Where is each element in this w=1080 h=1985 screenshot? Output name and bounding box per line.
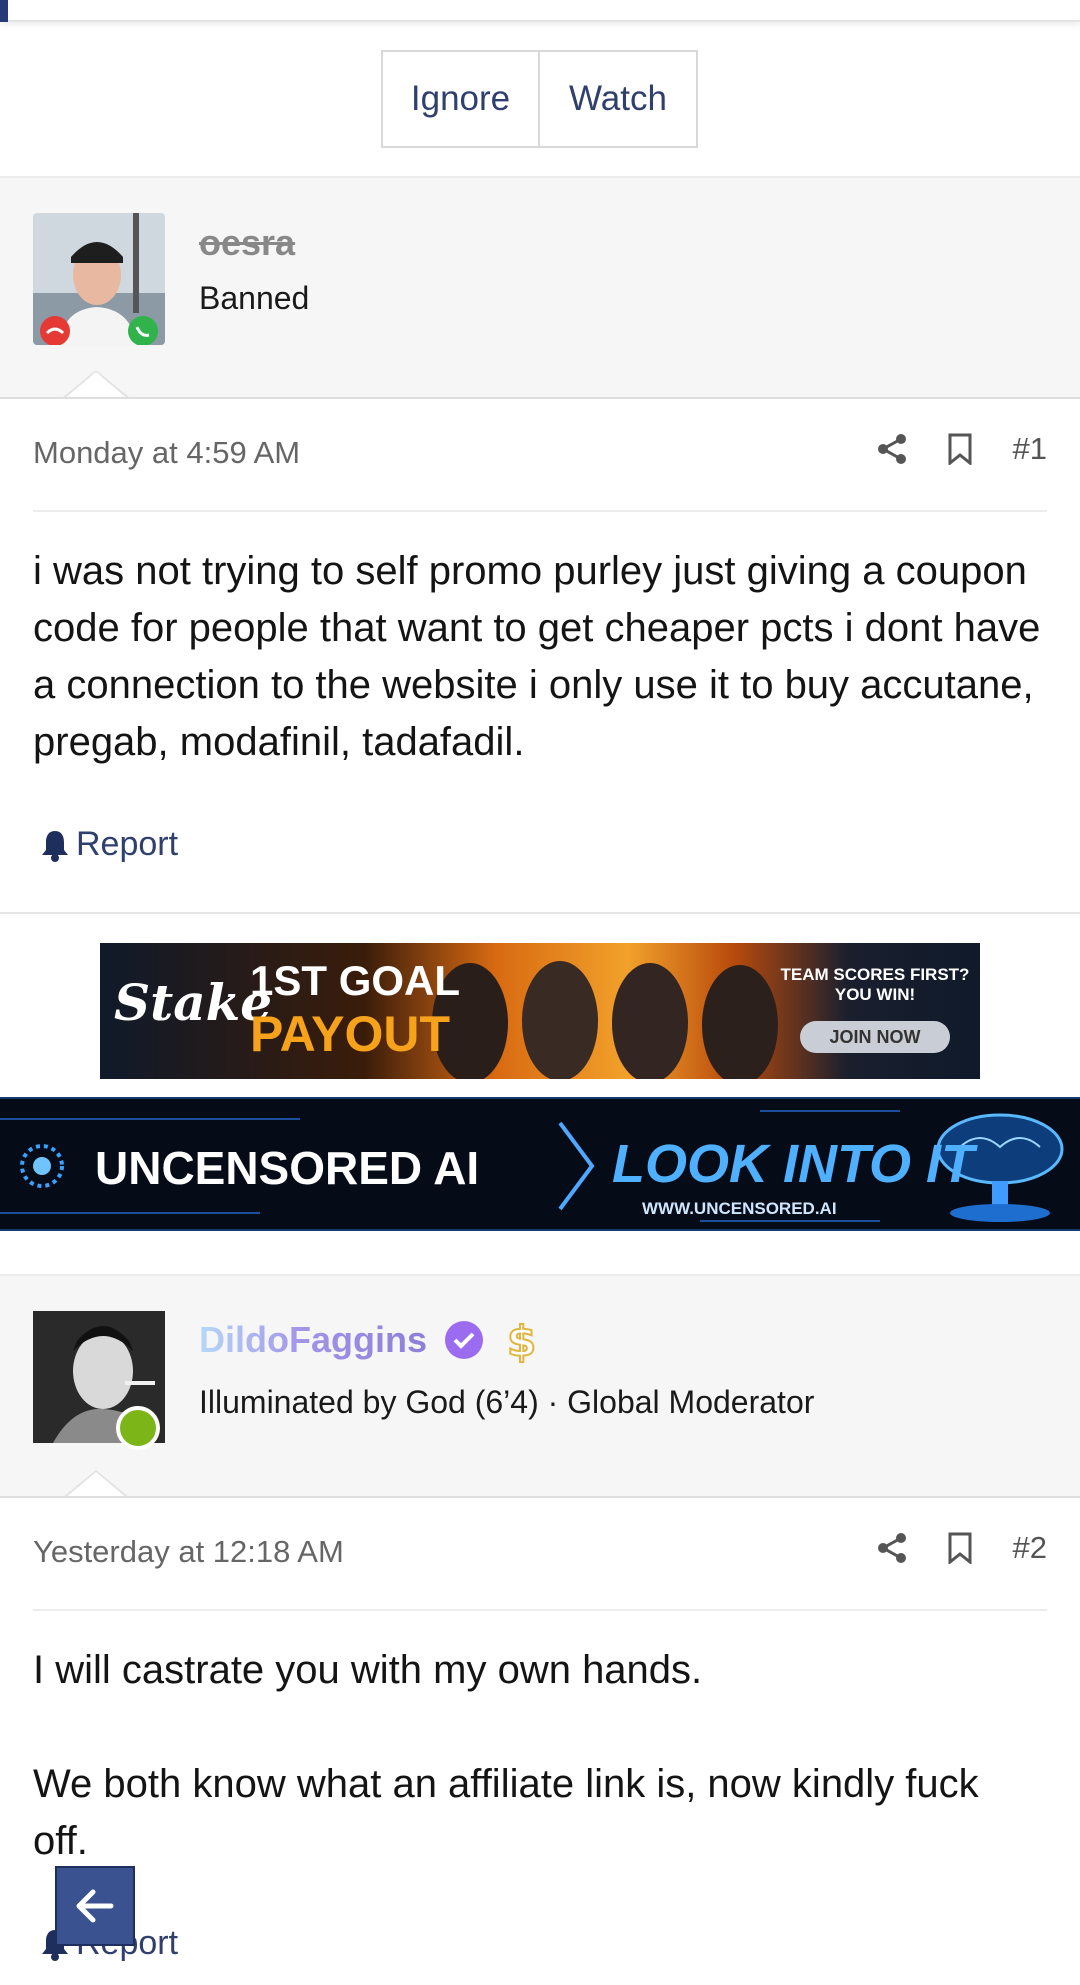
join-now-button[interactable]: JOIN NOW <box>800 1021 950 1053</box>
post-caret <box>62 1470 130 1499</box>
user-title: Banned <box>199 280 310 316</box>
top-bar-mark <box>0 0 8 22</box>
divider <box>33 510 1047 512</box>
share-icon[interactable] <box>877 433 907 465</box>
svg-text:$: $ <box>507 1317 536 1364</box>
stake-banner-ad[interactable]: Stake 1ST GOAL PAYOUT TEAM SCORES FIRST?… <box>100 943 980 1079</box>
ad-brand: UNCENSORED AI <box>95 1142 480 1194</box>
post-actions: #2 <box>877 1530 1047 1566</box>
username[interactable]: DildoFaggins <box>199 1319 427 1361</box>
ad-headline-1: 1ST GOAL <box>250 957 461 1004</box>
online-status-indicator <box>116 1406 160 1450</box>
back-button[interactable] <box>55 1866 135 1946</box>
divider <box>0 912 1080 914</box>
post-body: i was not trying to self promo purley ju… <box>33 549 1041 764</box>
post-body-line: I will castrate you with my own hands. <box>33 1648 703 1692</box>
username-row: DildoFaggins $ <box>199 1316 541 1364</box>
look-into-it-cta: LOOK INTO IT <box>612 1134 974 1194</box>
avatar[interactable] <box>33 213 165 345</box>
top-bar <box>0 0 1080 22</box>
arrow-left-icon <box>76 1889 114 1923</box>
bookmark-icon[interactable] <box>947 433 973 465</box>
post-1-user-block: oesra Banned <box>0 176 1080 398</box>
stake-logo: Stake <box>114 973 273 1032</box>
report-link[interactable]: Report <box>40 825 178 864</box>
username[interactable]: oesra <box>199 222 295 264</box>
ad-headline-2: PAYOUT <box>250 1006 451 1062</box>
report-label: Report <box>76 825 179 863</box>
post-2-user-block: DildoFaggins $ Illuminated by God (6’4) … <box>0 1274 1080 1498</box>
bookmark-icon[interactable] <box>947 1532 973 1564</box>
post-body-line: We both know what an affiliate link is, … <box>33 1762 979 1863</box>
avatar[interactable] <box>33 1311 165 1450</box>
verified-badge-icon <box>445 1321 483 1359</box>
dollar-icon: $ <box>506 1316 537 1364</box>
watch-button[interactable]: Watch <box>540 50 698 148</box>
divider <box>0 1496 1080 1498</box>
thread-actions: Ignore Watch <box>381 50 698 148</box>
bell-icon <box>42 830 68 862</box>
uncensored-ai-banner-ad[interactable]: UNCENSORED AI LOOK INTO IT WWW.UNCENSORE… <box>0 1097 1080 1231</box>
post-number[interactable]: #1 <box>1013 431 1047 467</box>
post-timestamp[interactable]: Yesterday at 12:18 AM <box>33 1534 344 1570</box>
ignore-button[interactable]: Ignore <box>381 50 540 148</box>
user-title: Illuminated by God (6’4) · Global Modera… <box>199 1384 815 1420</box>
post-timestamp[interactable]: Monday at 4:59 AM <box>33 435 300 471</box>
post-caret <box>62 370 130 399</box>
divider <box>0 397 1080 399</box>
share-icon[interactable] <box>877 1532 907 1564</box>
ad-url: WWW.UNCENSORED.AI <box>642 1199 837 1218</box>
ad-tagline: TEAM SCORES FIRST? YOU WIN! <box>780 965 970 1004</box>
divider <box>33 1609 1047 1611</box>
post-number[interactable]: #2 <box>1013 1530 1047 1566</box>
post-actions: #1 <box>877 431 1047 467</box>
